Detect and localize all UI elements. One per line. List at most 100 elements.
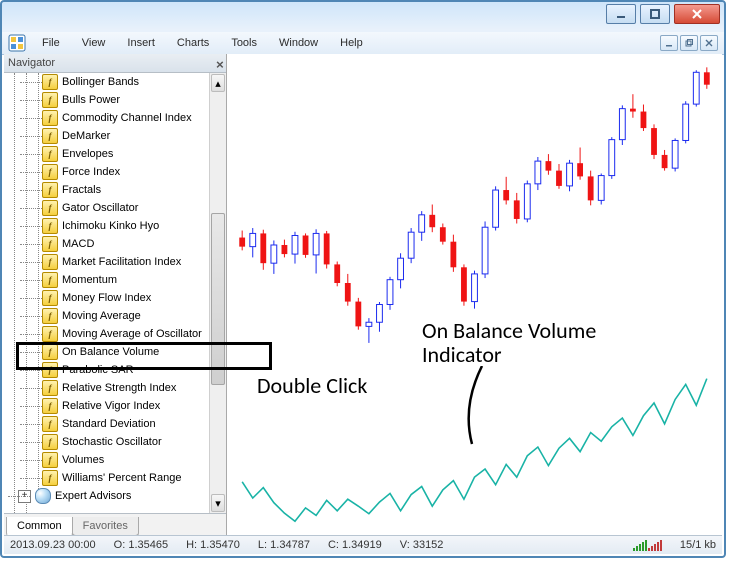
- indicator-item[interactable]: f Parabolic SAR: [20, 361, 216, 379]
- navigator-scrollbar[interactable]: ▴ ▾: [209, 73, 226, 513]
- navigator-tabs: Common Favorites: [4, 514, 226, 536]
- indicator-item[interactable]: fMoney Flow Index: [20, 289, 216, 307]
- status-close: C: 1.34919: [328, 539, 382, 551]
- status-volume: V: 33152: [400, 539, 444, 551]
- indicator-item[interactable]: f MACD: [20, 235, 216, 253]
- window-titlebar: [2, 2, 724, 32]
- tree-item-label: Bollinger Bands: [62, 76, 139, 88]
- indicator-icon: f: [42, 110, 58, 126]
- navigator-tree[interactable]: fBollinger BandsfBulls PowerfCommodity C…: [4, 73, 226, 514]
- tree-item-label: Stochastic Oscillator: [62, 436, 162, 448]
- navigator-tab-common[interactable]: Common: [6, 517, 73, 537]
- indicator-icon: f: [42, 236, 58, 252]
- tree-item-label: Money Flow Index: [62, 292, 151, 304]
- menu-charts[interactable]: Charts: [167, 35, 219, 51]
- tree-item-label: Momentum: [62, 274, 117, 286]
- status-bar: 2013.09.23 00:00 O: 1.35465 H: 1.35470 L…: [4, 535, 722, 554]
- indicator-icon: f: [42, 218, 58, 234]
- expert-advisors-node[interactable]: +Expert Advisors: [8, 487, 216, 505]
- indicator-icon: f: [42, 326, 58, 342]
- indicator-item[interactable]: fMarket Facilitation Index: [20, 253, 216, 271]
- indicator-item[interactable]: f Williams' Percent Range: [20, 469, 216, 487]
- indicator-item[interactable]: fBulls Power: [20, 91, 216, 109]
- tree-item-label: On Balance Volume: [62, 346, 159, 358]
- tree-item-label: Gator Oscillator: [62, 202, 138, 214]
- tree-item-label: Moving Average: [62, 310, 141, 322]
- expert-advisors-icon: [35, 488, 51, 504]
- tree-item-label: Force Index: [62, 166, 120, 178]
- indicator-item[interactable]: f Moving Average: [20, 307, 216, 325]
- indicator-item[interactable]: f Gator Oscillator: [20, 199, 216, 217]
- indicator-item[interactable]: f Relative Vigor Index: [20, 397, 216, 415]
- indicator-icon: f: [42, 182, 58, 198]
- chart-area[interactable]: Double Click On Balance Volume Indicator: [227, 54, 722, 536]
- window-minimize-button[interactable]: [606, 4, 636, 24]
- indicator-item[interactable]: f DeMarker: [20, 127, 216, 145]
- tree-item-label: Standard Deviation: [62, 418, 156, 430]
- navigator-titlebar: Navigator ×: [4, 54, 226, 73]
- scroll-thumb[interactable]: [211, 213, 225, 385]
- indicator-icon: f: [42, 308, 58, 324]
- indicator-icon: f: [42, 470, 58, 486]
- indicator-item[interactable]: f Standard Deviation: [20, 415, 216, 433]
- mdi-minimize-button[interactable]: [660, 35, 678, 51]
- scroll-up-icon[interactable]: ▴: [211, 74, 225, 92]
- indicator-item[interactable]: fMomentum: [20, 271, 216, 289]
- menu-bar: File View Insert Charts Tools Window Hel…: [2, 32, 724, 55]
- indicator-icon: f: [42, 362, 58, 378]
- status-high: H: 1.35470: [186, 539, 240, 551]
- mdi-restore-button[interactable]: [680, 35, 698, 51]
- indicator-item[interactable]: fVolumes: [20, 451, 216, 469]
- tree-item-label: Ichimoku Kinko Hyo: [62, 220, 159, 232]
- indicator-icon: f: [42, 164, 58, 180]
- indicator-item[interactable]: f Relative Strength Index: [20, 379, 216, 397]
- tree-item-label: Moving Average of Oscillator: [62, 328, 202, 340]
- scroll-down-icon[interactable]: ▾: [211, 494, 225, 512]
- navigator-tab-favorites[interactable]: Favorites: [72, 517, 139, 537]
- indicator-icon: f: [42, 128, 58, 144]
- mdi-close-button[interactable]: [700, 35, 718, 51]
- menu-tools[interactable]: Tools: [221, 35, 267, 51]
- indicator-icon: f: [42, 416, 58, 432]
- status-low: L: 1.34787: [258, 539, 310, 551]
- menu-file[interactable]: File: [32, 35, 70, 51]
- indicator-icon: f: [42, 146, 58, 162]
- indicator-icon: f: [42, 200, 58, 216]
- indicator-item[interactable]: fBollinger Bands: [20, 73, 216, 91]
- indicator-item[interactable]: f Fractals: [20, 181, 216, 199]
- tree-item-label: Fractals: [62, 184, 101, 196]
- indicator-item[interactable]: fStochastic Oscillator: [20, 433, 216, 451]
- annotation-callout-line: [462, 366, 502, 446]
- indicator-item[interactable]: f Force Index: [20, 163, 216, 181]
- indicator-item[interactable]: f Envelopes: [20, 145, 216, 163]
- indicator-icon: f: [42, 452, 58, 468]
- navigator-close-button[interactable]: ×: [210, 56, 224, 70]
- menu-view[interactable]: View: [72, 35, 116, 51]
- navigator-panel: Navigator × fBollinger BandsfBulls Power…: [4, 54, 227, 536]
- indicator-icon: f: [42, 380, 58, 396]
- menu-help[interactable]: Help: [330, 35, 373, 51]
- connection-bars-icon: [633, 539, 662, 551]
- indicator-item[interactable]: fCommodity Channel Index: [20, 109, 216, 127]
- indicator-item[interactable]: f Ichimoku Kinko Hyo: [20, 217, 216, 235]
- tree-item-label: Parabolic SAR: [62, 364, 134, 376]
- tree-item-label: Envelopes: [62, 148, 113, 160]
- window-close-button[interactable]: [674, 4, 720, 24]
- price-and-obv-chart: [227, 54, 722, 536]
- tree-item-label: Relative Strength Index: [62, 382, 176, 394]
- menu-window[interactable]: Window: [269, 35, 328, 51]
- tree-item-label: MACD: [62, 238, 94, 250]
- menu-insert[interactable]: Insert: [117, 35, 165, 51]
- tree-item-label: Williams' Percent Range: [62, 472, 181, 484]
- indicator-icon: f: [42, 398, 58, 414]
- status-traffic: 15/1 kb: [680, 539, 716, 551]
- tree-item-label: Relative Vigor Index: [62, 400, 160, 412]
- indicator-item[interactable]: fOn Balance Volume: [20, 343, 216, 361]
- tree-item-label: Bulls Power: [62, 94, 120, 106]
- indicator-icon: f: [42, 254, 58, 270]
- status-datetime: 2013.09.23 00:00: [10, 539, 96, 551]
- window-maximize-button[interactable]: [640, 4, 670, 24]
- status-open: O: 1.35465: [114, 539, 168, 551]
- indicator-item[interactable]: f Moving Average of Oscillator: [20, 325, 216, 343]
- tree-item-label: DeMarker: [62, 130, 110, 142]
